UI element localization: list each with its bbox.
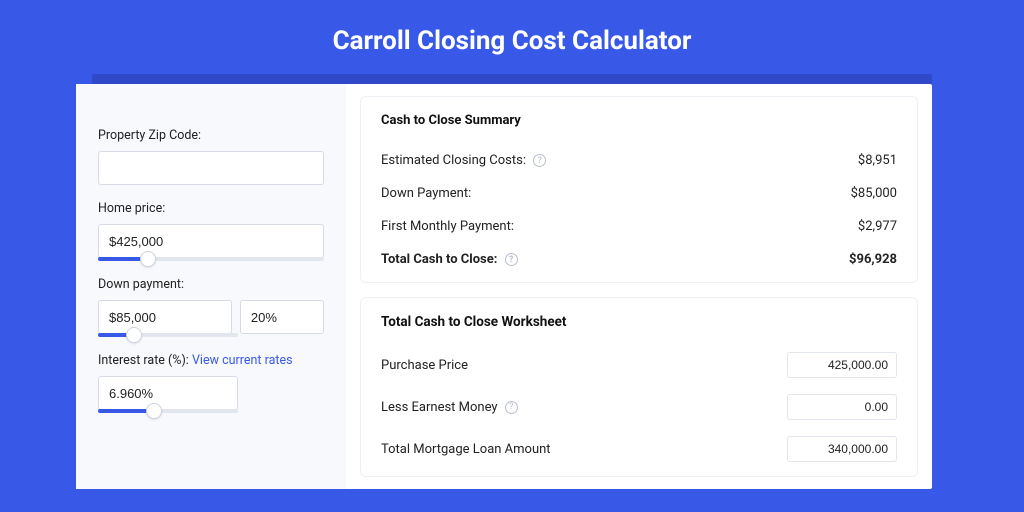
worksheet-row-mortgage-amount: Total Mortgage Loan Amount [381,428,897,470]
down-payment-label: Down payment: [98,277,324,292]
help-icon[interactable]: ? [533,154,546,167]
worksheet-row-purchase-price: Purchase Price [381,344,897,386]
home-price-slider[interactable] [98,257,324,261]
zip-field-group: Property Zip Code: [98,128,324,185]
worksheet-input[interactable] [787,436,897,462]
worksheet-label: Purchase Price [381,358,468,373]
page-title: Carroll Closing Cost Calculator [0,0,1024,74]
worksheet-title: Total Cash to Close Worksheet [381,314,897,330]
interest-rate-field-group: Interest rate (%): View current rates [98,353,324,413]
summary-row-closing-costs: Estimated Closing Costs: ? $8,951 [381,144,897,177]
home-price-input[interactable] [98,224,324,258]
summary-value: $85,000 [851,186,897,201]
summary-title: Cash to Close Summary [381,113,897,128]
help-icon[interactable]: ? [505,253,518,266]
down-payment-slider[interactable] [98,333,238,337]
down-payment-input[interactable] [98,300,232,334]
help-icon[interactable]: ? [505,401,518,414]
worksheet-label: Less Earnest Money [381,400,498,415]
summary-value: $8,951 [858,153,897,168]
view-rates-link[interactable]: View current rates [192,353,293,368]
zip-input[interactable] [98,151,324,185]
summary-value: $96,928 [849,252,897,267]
summary-label: Total Cash to Close: [381,252,497,267]
summary-label: Estimated Closing Costs: [381,153,526,168]
worksheet-input[interactable] [787,352,897,378]
worksheet-label: Total Mortgage Loan Amount [381,442,551,457]
worksheet-row-earnest-money: Less Earnest Money ? [381,386,897,428]
summary-value: $2,977 [858,219,897,234]
home-price-field-group: Home price: [98,201,324,261]
home-price-label: Home price: [98,201,324,216]
summary-row-first-payment: First Monthly Payment: $2,977 [381,210,897,243]
inputs-column: Property Zip Code: Home price: Down paym… [76,84,346,489]
interest-rate-input[interactable] [98,376,238,410]
calculator-card: Property Zip Code: Home price: Down paym… [76,84,932,489]
down-payment-field-group: Down payment: [98,277,324,337]
interest-rate-label: Interest rate (%): View current rates [98,353,324,368]
summary-row-total: Total Cash to Close: ? $96,928 [381,243,897,276]
down-payment-pct-input[interactable] [240,300,324,334]
results-column: Cash to Close Summary Estimated Closing … [346,84,932,489]
summary-label: First Monthly Payment: [381,219,514,234]
interest-rate-label-text: Interest rate (%): [98,353,189,368]
worksheet-box: Total Cash to Close Worksheet Purchase P… [360,297,918,477]
card-shadow: Property Zip Code: Home price: Down paym… [92,74,932,489]
zip-label: Property Zip Code: [98,128,324,143]
summary-row-down-payment: Down Payment: $85,000 [381,177,897,210]
summary-label: Down Payment: [381,186,471,201]
summary-box: Cash to Close Summary Estimated Closing … [360,96,918,283]
interest-rate-slider[interactable] [98,409,238,413]
worksheet-input[interactable] [787,394,897,420]
